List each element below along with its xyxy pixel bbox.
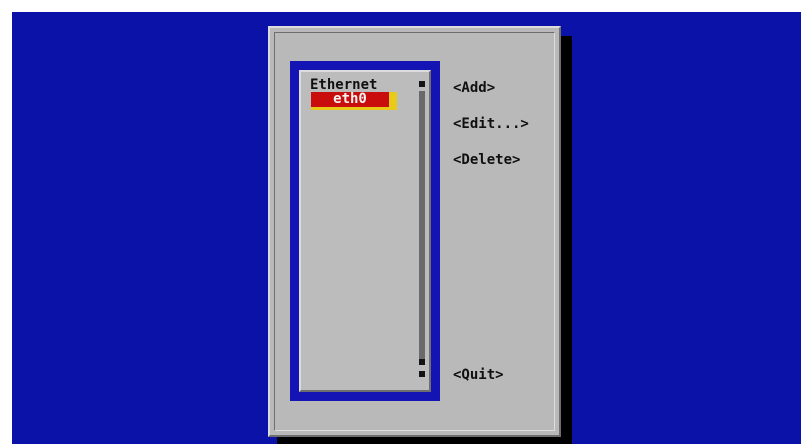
connection-list[interactable]: Ethernet eth0: [299, 70, 431, 392]
network-dialog: Ethernet eth0 <Add> <Edit...> <Delete> <…: [268, 26, 561, 437]
quit-button[interactable]: <Quit>: [453, 367, 504, 383]
list-scrollbar[interactable]: [417, 77, 427, 379]
delete-button[interactable]: <Delete>: [453, 152, 520, 168]
scroll-down-arrow-icon[interactable]: [419, 371, 425, 377]
list-item-eth0[interactable]: eth0: [311, 92, 397, 110]
list-item-label: eth0: [311, 92, 389, 107]
scroll-up-arrow-icon[interactable]: [419, 81, 425, 87]
scrollbar-track[interactable]: [419, 91, 425, 359]
edit-button[interactable]: <Edit...>: [453, 116, 529, 132]
scroll-thumb-icon[interactable]: [419, 359, 425, 365]
connection-listbox-frame: Ethernet eth0: [290, 61, 440, 401]
add-button[interactable]: <Add>: [453, 80, 495, 96]
